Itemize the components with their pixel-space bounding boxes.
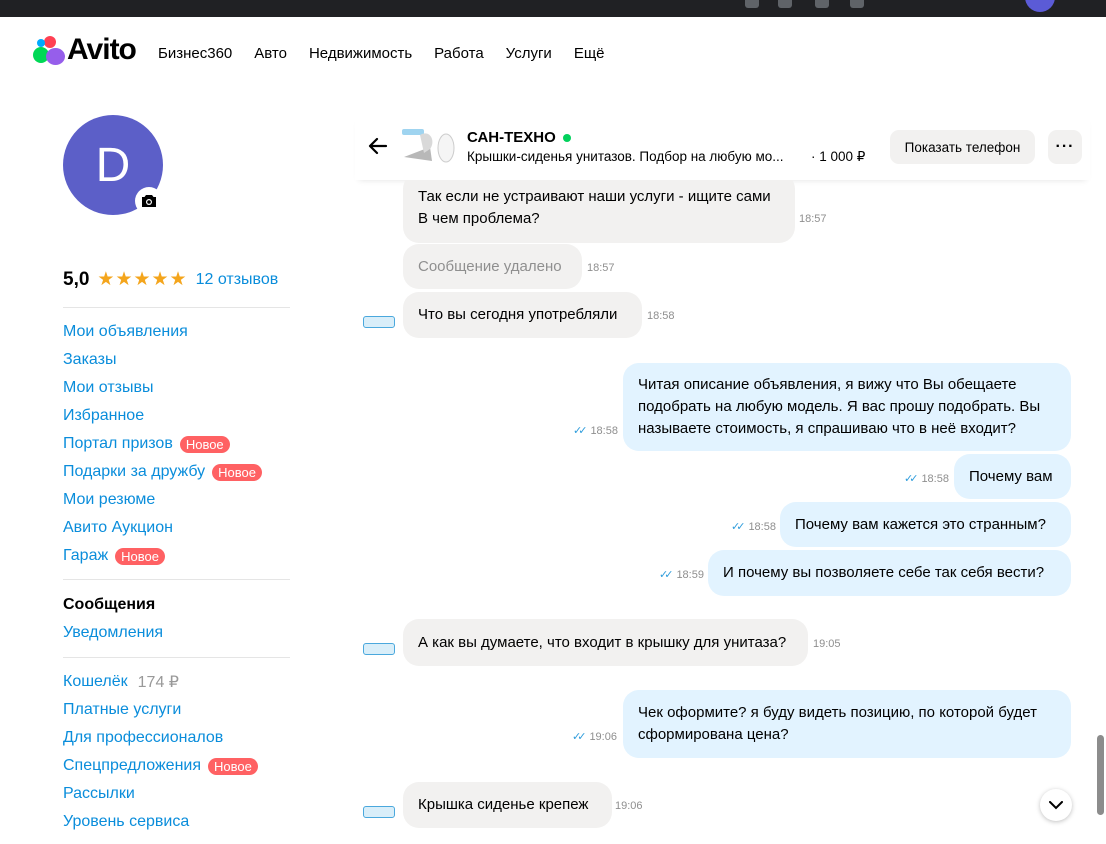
new-badge: Новое bbox=[208, 757, 258, 775]
outgoing-message[interactable]: Почему вам bbox=[954, 454, 1071, 499]
read-check-icon: ✓✓ bbox=[731, 521, 746, 533]
incoming-message[interactable]: Что вы сегодня употребляли bbox=[403, 292, 642, 338]
sidebar-menu-messages: Сообщения Уведомления bbox=[63, 591, 163, 647]
message-time: 19:05 bbox=[813, 638, 841, 650]
read-check-icon: ✓✓ bbox=[573, 425, 588, 437]
sidebar-item-friend-gifts[interactable]: Подарки за дружбу Новое bbox=[63, 458, 263, 486]
rating-row: 5,0 ★★★★★ 12 отзывов bbox=[63, 268, 278, 291]
wallet-balance: 174 ₽ bbox=[137, 674, 179, 691]
seller-mini-logo-icon bbox=[363, 806, 395, 818]
nav-auto[interactable]: Авто bbox=[254, 45, 287, 62]
rating-stars-icon: ★★★★★ bbox=[97, 269, 188, 290]
message-time: ✓✓ 19:06 bbox=[572, 730, 617, 744]
sidebar-item-resumes[interactable]: Мои резюме bbox=[63, 486, 262, 514]
item-thumbnail[interactable] bbox=[400, 127, 456, 165]
nav-realty[interactable]: Недвижимость bbox=[309, 45, 412, 62]
page-scrollbar[interactable] bbox=[1097, 735, 1104, 815]
message-time: ✓✓ 18:58 bbox=[573, 424, 618, 438]
message-time: 18:57 bbox=[587, 262, 615, 274]
rating-value: 5,0 bbox=[63, 268, 90, 290]
incoming-message[interactable]: А как вы думаете, что входит в крышку дл… bbox=[403, 619, 808, 666]
sidebar-item-messages[interactable]: Сообщения bbox=[63, 591, 163, 619]
chevron-down-icon bbox=[1049, 800, 1063, 809]
item-info[interactable]: Крышки-сиденья унитазов. Подбор на любую… bbox=[467, 149, 865, 165]
back-arrow-icon[interactable] bbox=[367, 135, 389, 157]
seller-name[interactable]: САН-ТЕХНО bbox=[467, 129, 571, 146]
top-nav: Бизнес360 Авто Недвижимость Работа Услуг… bbox=[158, 45, 605, 62]
logo-dots-icon bbox=[33, 35, 65, 65]
divider bbox=[63, 579, 290, 580]
outgoing-message[interactable]: Чек оформите? я буду видеть позицию, по … bbox=[623, 690, 1071, 758]
incoming-message[interactable]: Так если не устраивают наши услуги - ищи… bbox=[403, 180, 795, 243]
sidebar-item-service-level[interactable]: Уровень сервиса bbox=[63, 808, 258, 836]
sidebar-item-special-offers[interactable]: Спецпредложения Новое bbox=[63, 752, 258, 780]
extension-icon[interactable] bbox=[778, 0, 792, 8]
browser-top-strip bbox=[0, 0, 1106, 17]
divider bbox=[63, 657, 290, 658]
sidebar-item-orders[interactable]: Заказы bbox=[63, 346, 262, 374]
sidebar-item-auction[interactable]: Авито Аукцион bbox=[63, 514, 262, 542]
item-price: · 1 000 ₽ bbox=[811, 149, 866, 164]
message-time: 19:06 bbox=[615, 800, 643, 812]
message-time: ✓✓ 18:58 bbox=[731, 520, 776, 534]
reviews-link[interactable]: 12 отзывов bbox=[196, 271, 279, 289]
sidebar-item-my-ads[interactable]: Мои объявления bbox=[63, 318, 262, 346]
read-check-icon: ✓✓ bbox=[572, 731, 587, 743]
message-time: 18:58 bbox=[647, 310, 675, 322]
sidebar-item-wallet[interactable]: Кошелёк 174 ₽ bbox=[63, 668, 258, 696]
new-badge: Новое bbox=[212, 463, 263, 481]
message-time: 18:57 bbox=[799, 213, 827, 225]
sidebar-item-favorites[interactable]: Избранное bbox=[63, 402, 262, 430]
sidebar-item-mailings[interactable]: Рассылки bbox=[63, 780, 258, 808]
browser-profile-avatar[interactable] bbox=[1025, 0, 1055, 12]
outgoing-message[interactable]: Читая описание объявления, я вижу что Вы… bbox=[623, 363, 1071, 451]
message-time: ✓✓ 18:58 bbox=[904, 472, 949, 486]
nav-business360[interactable]: Бизнес360 bbox=[158, 45, 232, 62]
sidebar-item-for-pros[interactable]: Для профессионалов bbox=[63, 724, 258, 752]
chat-header: САН-ТЕХНО Крышки-сиденья унитазов. Подбо… bbox=[355, 115, 1090, 180]
outgoing-message[interactable]: И почему вы позволяете себе так себя вес… bbox=[708, 550, 1071, 596]
new-badge: Новое bbox=[179, 435, 230, 453]
avito-logo[interactable]: Avito bbox=[33, 33, 137, 66]
site-header: Avito Бизнес360 Авто Недвижимость Работа… bbox=[0, 17, 1106, 92]
scroll-down-button[interactable] bbox=[1040, 789, 1072, 821]
seller-mini-logo-icon bbox=[363, 643, 395, 655]
sidebar-item-notifications[interactable]: Уведомления bbox=[63, 619, 163, 647]
show-phone-button[interactable]: Показать телефон bbox=[890, 130, 1035, 164]
online-indicator bbox=[562, 133, 571, 142]
deleted-message: Сообщение удалено bbox=[403, 244, 582, 289]
sidebar-menu-main: Мои объявления Заказы Мои отзывы Избранн… bbox=[63, 318, 263, 570]
logo-text: Avito bbox=[67, 33, 137, 66]
camera-icon[interactable] bbox=[135, 187, 163, 215]
sidebar-item-paid-services[interactable]: Платные услуги bbox=[63, 696, 258, 724]
outgoing-message[interactable]: Почему вам кажется это странным? bbox=[780, 502, 1071, 547]
sidebar-item-my-reviews[interactable]: Мои отзывы bbox=[63, 374, 262, 402]
avatar-letter: D bbox=[95, 138, 131, 192]
divider bbox=[63, 307, 290, 308]
item-title: Крышки-сиденья унитазов. Подбор на любую… bbox=[467, 149, 784, 164]
nav-jobs[interactable]: Работа bbox=[434, 45, 484, 62]
sidebar-item-garage[interactable]: Гараж Новое bbox=[63, 542, 262, 570]
sidebar-item-prize-portal[interactable]: Портал призов Новое bbox=[63, 430, 262, 458]
chat-icon[interactable] bbox=[815, 0, 829, 8]
new-badge: Новое bbox=[115, 547, 166, 565]
nav-more[interactable]: Ещё bbox=[574, 45, 605, 62]
read-check-icon: ✓✓ bbox=[904, 473, 919, 485]
nav-services[interactable]: Услуги bbox=[506, 45, 552, 62]
sidebar-menu-services: Кошелёк 174 ₽ Платные услуги Для професси… bbox=[63, 668, 258, 836]
more-options-button[interactable]: ··· bbox=[1048, 130, 1082, 164]
message-list[interactable]: Так если не устраивают наши услуги - ищи… bbox=[355, 180, 1090, 844]
cart-icon[interactable] bbox=[850, 0, 864, 8]
seller-mini-logo-icon bbox=[363, 316, 395, 328]
bookmark-icon[interactable] bbox=[745, 0, 759, 8]
read-check-icon: ✓✓ bbox=[659, 569, 674, 581]
message-time: ✓✓ 18:59 bbox=[659, 568, 704, 582]
incoming-message[interactable]: Крышка сиденье крепеж bbox=[403, 782, 612, 828]
